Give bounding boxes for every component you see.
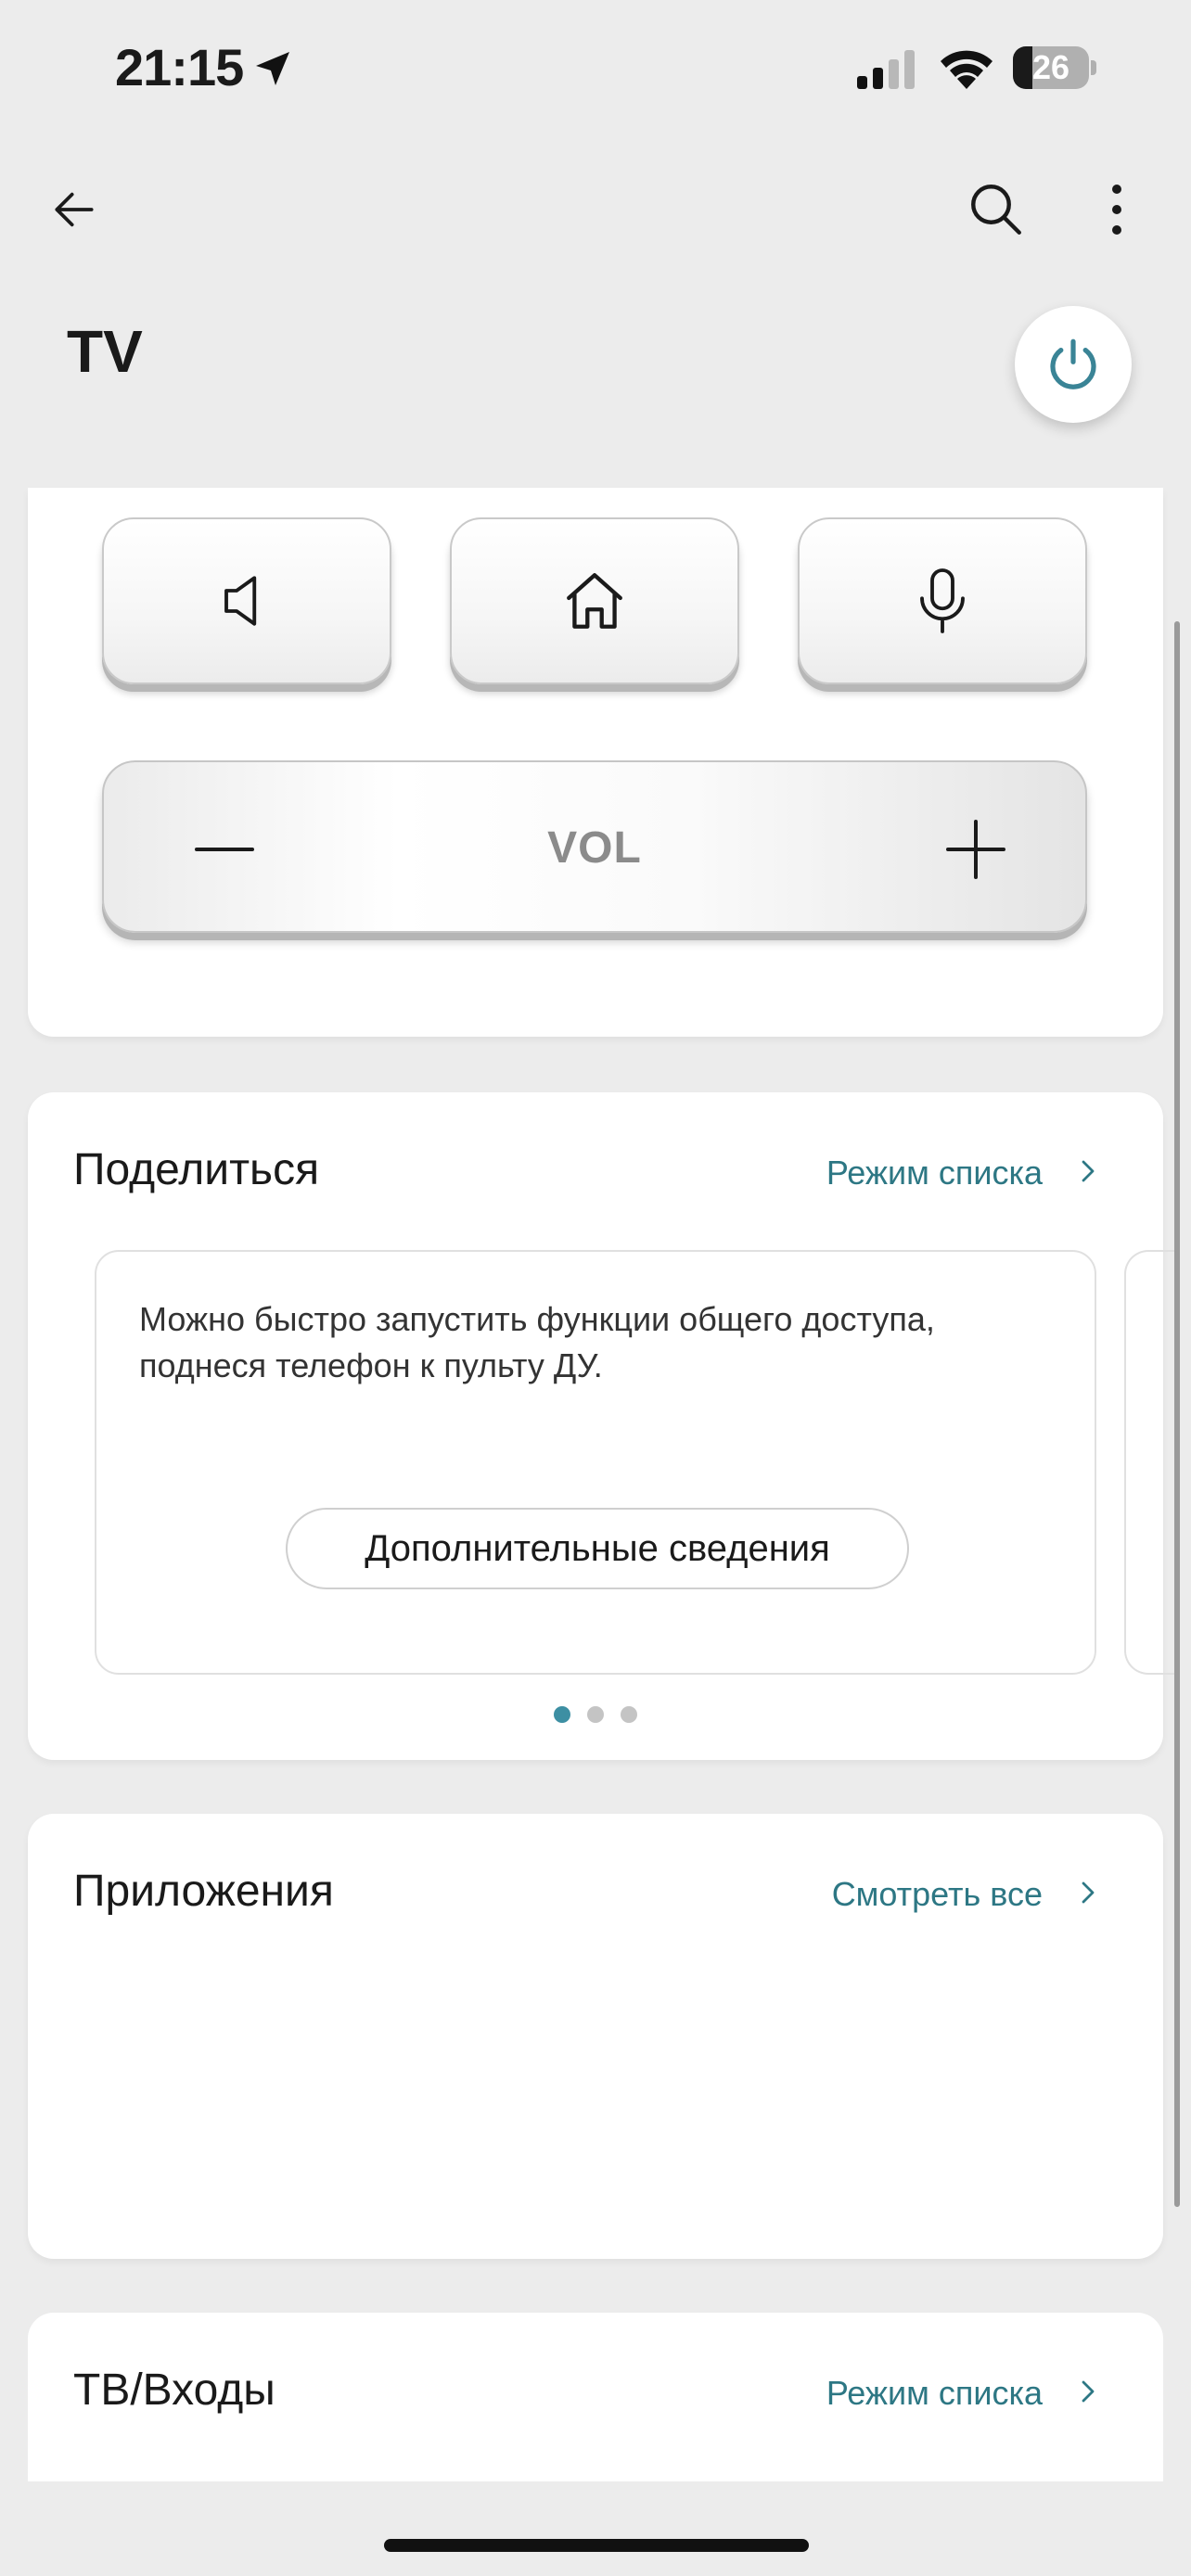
volume-up-button[interactable] xyxy=(939,812,1013,886)
apps-see-all-link[interactable]: Смотреть все xyxy=(832,1875,1043,1914)
cellular-signal-icon xyxy=(857,50,915,89)
more-info-button[interactable]: Дополнительные сведения xyxy=(286,1508,909,1589)
microphone-icon xyxy=(920,568,965,633)
more-vertical-icon xyxy=(1112,185,1121,235)
battery-percent: 26 xyxy=(1031,48,1070,86)
battery-cap xyxy=(1091,60,1096,75)
chevron-right-icon[interactable] xyxy=(1074,1879,1102,1906)
share-card: Поделиться Режим списка Можно быстро зап… xyxy=(28,1092,1180,1760)
share-next-panel[interactable] xyxy=(1124,1250,1180,1675)
battery-body: 26 xyxy=(1013,46,1089,89)
wifi-icon xyxy=(941,50,992,89)
power-icon xyxy=(1050,338,1096,389)
search-icon xyxy=(971,185,1021,235)
status-time: 21:15 xyxy=(115,38,244,96)
minus-icon xyxy=(195,848,254,851)
search-button[interactable] xyxy=(961,174,1031,245)
page-dot[interactable] xyxy=(621,1706,637,1723)
page-dot[interactable] xyxy=(554,1706,570,1723)
inputs-list-mode-link[interactable]: Режим списка xyxy=(826,2374,1043,2413)
chevron-right-icon[interactable] xyxy=(1074,1157,1102,1185)
page-indicator xyxy=(28,1706,1163,1725)
screen: 21:15 26 TV VOL Поделиться Режим списка … xyxy=(0,0,1191,2576)
scrollbar[interactable] xyxy=(1174,621,1180,2207)
home-icon xyxy=(567,573,622,629)
home-button[interactable] xyxy=(450,517,739,684)
speaker-mute-icon xyxy=(224,576,257,626)
chevron-right-icon[interactable] xyxy=(1074,2378,1102,2405)
location-arrow-icon xyxy=(256,52,289,85)
remote-card: VOL xyxy=(28,488,1163,1037)
volume-down-button[interactable] xyxy=(187,812,262,886)
page-dot[interactable] xyxy=(587,1706,604,1723)
share-title: Поделиться xyxy=(73,1145,320,1194)
apps-card: Приложения Смотреть все xyxy=(28,1814,1163,2259)
bottom-area xyxy=(0,2481,1191,2576)
more-options-button[interactable] xyxy=(1095,176,1139,243)
battery-icon: 26 xyxy=(1013,46,1096,89)
status-bar: 21:15 26 xyxy=(0,0,1191,139)
volume-rocker: VOL xyxy=(102,760,1087,933)
inputs-title: ТВ/Входы xyxy=(73,2366,275,2415)
back-arrow-icon xyxy=(55,192,94,227)
share-info-panel: Можно быстро запустить функции общего до… xyxy=(95,1250,1096,1675)
mute-button[interactable] xyxy=(102,517,391,684)
power-button[interactable] xyxy=(1015,306,1132,423)
home-indicator[interactable] xyxy=(384,2539,809,2552)
back-button[interactable] xyxy=(41,176,108,243)
plus-icon xyxy=(946,820,1005,879)
share-list-mode-link[interactable]: Режим списка xyxy=(826,1154,1043,1192)
apps-title: Приложения xyxy=(73,1867,334,1916)
page-title: TV xyxy=(67,318,143,385)
voice-button[interactable] xyxy=(798,517,1087,684)
share-description: Можно быстро запустить функции общего до… xyxy=(139,1300,935,1384)
